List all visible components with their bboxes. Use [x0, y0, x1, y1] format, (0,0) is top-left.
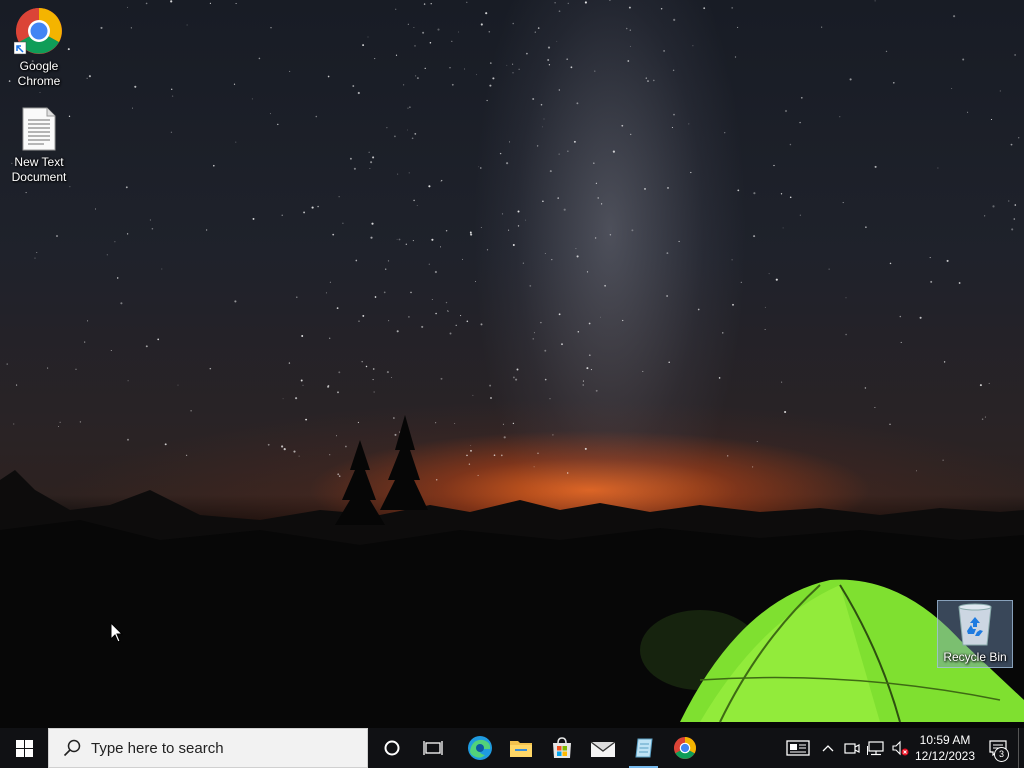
meet-now-button[interactable]: [840, 728, 864, 768]
cortana-circle-icon: [384, 740, 399, 756]
start-button[interactable]: [0, 728, 48, 768]
desktop-icon-label: New Text Document: [11, 155, 67, 184]
news-icon: [786, 740, 810, 756]
news-widget-button[interactable]: [780, 728, 816, 768]
mail-icon: [590, 741, 615, 757]
microsoft-store-button[interactable]: [541, 728, 582, 768]
clock[interactable]: 10:59 AM 12/12/2023: [912, 732, 978, 764]
store-bag-icon: [552, 737, 571, 758]
system-tray: 10:59 AM 12/12/2023 3: [780, 728, 1024, 768]
desktop-icon-recycle-bin[interactable]: Recycle Bin: [937, 600, 1013, 668]
edge-button[interactable]: [459, 728, 500, 768]
search-icon: [63, 739, 81, 757]
task-view-icon: [422, 741, 443, 755]
taskbar: Type here to search 10:59 AM 12/12/2023 …: [0, 728, 1024, 768]
chrome-icon: [14, 8, 62, 55]
network-icon: [867, 741, 884, 756]
clock-date: 12/12/2023: [914, 749, 976, 763]
network-button[interactable]: [864, 728, 888, 768]
task-view-button[interactable]: [412, 728, 453, 768]
chevron-up-icon: [822, 745, 834, 752]
desktop-icon-label: Google Chrome: [17, 59, 61, 88]
camera-icon: [844, 743, 860, 754]
show-hidden-icons-button[interactable]: [816, 728, 840, 768]
chrome-taskbar-button[interactable]: [664, 728, 705, 768]
search-placeholder: Type here to search: [91, 739, 224, 757]
show-desktop-button[interactable]: [1018, 728, 1024, 768]
clock-time: 10:59 AM: [919, 733, 971, 747]
desktop-icon-google-chrome[interactable]: Google Chrome: [2, 6, 76, 89]
notepad-button[interactable]: [623, 728, 664, 768]
desktop-icon-new-text-document[interactable]: New Text Document: [2, 106, 76, 185]
desktop-wallpaper: Google Chrome New Text Document Recycle: [0, 0, 1024, 728]
landscape-silhouette: [0, 415, 1024, 728]
taskbar-search-box[interactable]: Type here to search: [48, 728, 368, 768]
notepad-icon: [634, 738, 653, 758]
volume-muted-icon: [892, 740, 909, 756]
file-explorer-button[interactable]: [500, 728, 541, 768]
desktop-icon-label: Recycle Bin: [943, 650, 1007, 664]
notification-count-badge: 3: [994, 747, 1009, 762]
mail-button[interactable]: [582, 728, 623, 768]
folder-icon: [509, 741, 532, 757]
volume-button[interactable]: [888, 728, 912, 768]
text-document-icon: [22, 107, 56, 151]
windows-logo-icon: [15, 739, 33, 757]
mouse-cursor-icon: [110, 622, 124, 643]
cortana-button[interactable]: [371, 728, 412, 768]
chrome-icon: [673, 736, 696, 760]
edge-icon: [467, 736, 492, 760]
action-center-button[interactable]: 3: [978, 728, 1018, 768]
recycle-bin-icon: [958, 603, 992, 646]
